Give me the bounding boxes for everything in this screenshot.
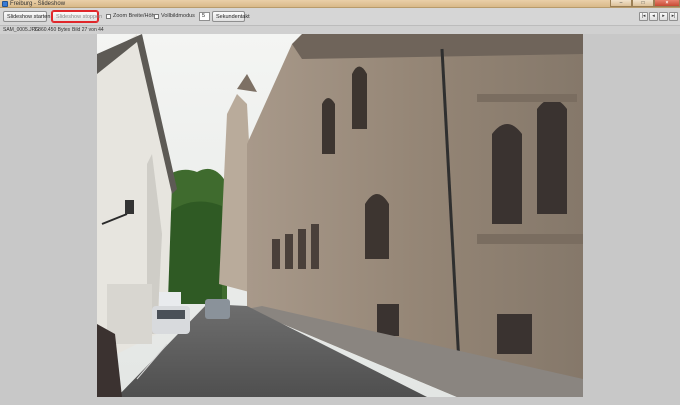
maximize-button[interactable]: □	[632, 0, 654, 7]
street-photo-illustration	[97, 34, 583, 397]
fullscreen-checkbox-label: Vollbildmodus	[161, 13, 195, 19]
fullscreen-checkbox[interactable]	[154, 14, 159, 19]
seconds-interval-button[interactable]: Sekundentakt	[212, 11, 250, 22]
seconds-input[interactable]: 5	[199, 12, 210, 21]
window-title: Freiburg - Slideshow	[10, 1, 66, 7]
start-slideshow-button[interactable]: Slideshow starten	[3, 11, 50, 22]
next-icon[interactable]: ▸	[659, 12, 668, 21]
minimize-button[interactable]: –	[610, 0, 632, 7]
stop-slideshow-button[interactable]: Slideshow stoppen	[52, 11, 102, 22]
zoom-checkbox[interactable]	[106, 14, 111, 19]
file-size: 2.860.450 Bytes	[34, 27, 71, 33]
skip-first-icon[interactable]: |◂	[639, 12, 648, 21]
previous-icon[interactable]: ◂	[649, 12, 658, 21]
close-button[interactable]: ×	[654, 0, 680, 7]
image-index: Bild 27 von 44	[72, 27, 104, 33]
slideshow-photo[interactable]	[97, 34, 583, 397]
toolbar: Slideshow starten Slideshow stoppen Zoom…	[0, 8, 680, 26]
skip-last-icon[interactable]: ▸|	[669, 12, 678, 21]
image-viewer	[0, 34, 680, 405]
title-bar: Freiburg - Slideshow – □ ×	[0, 0, 680, 8]
info-bar: SAM_0005.JPG 2.860.450 Bytes Bild 27 von…	[0, 26, 680, 34]
zoom-checkbox-label: Zoom Breite/Höhe	[113, 13, 158, 19]
app-icon	[2, 1, 8, 7]
